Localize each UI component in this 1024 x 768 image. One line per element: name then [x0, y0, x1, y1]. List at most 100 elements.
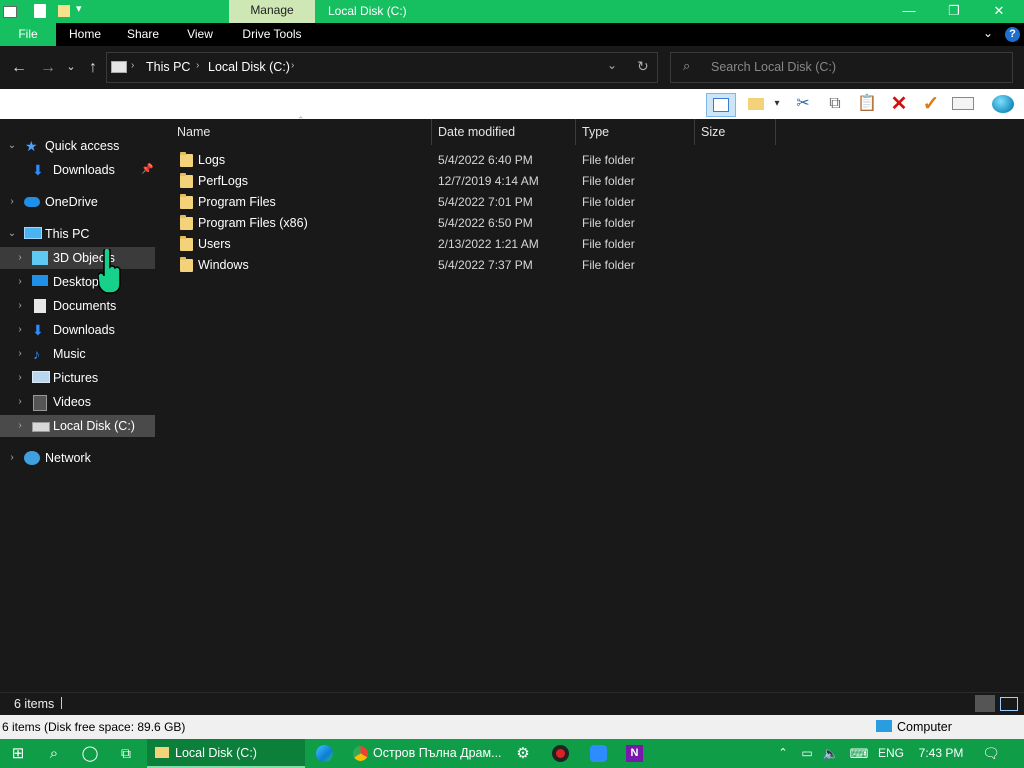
paste-icon[interactable]: 📋 — [855, 93, 879, 115]
chevron-right-icon[interactable]: › — [14, 319, 26, 341]
tab-view[interactable]: View — [178, 23, 222, 46]
computer-icon — [876, 720, 892, 732]
nav-quick-access[interactable]: ⌄ ★ Quick access — [0, 135, 155, 157]
breadcrumb-this-pc[interactable]: This PC — [146, 60, 190, 74]
properties-icon[interactable] — [34, 4, 46, 18]
forward-arrow-icon[interactable]: → — [37, 46, 59, 89]
tiles-view-icon[interactable] — [1000, 697, 1018, 711]
new-folder-icon[interactable] — [744, 93, 768, 115]
nav-videos[interactable]: › Videos — [0, 391, 155, 413]
back-arrow-icon[interactable]: ← — [8, 46, 30, 89]
column-header-size[interactable]: Size — [695, 119, 776, 145]
pin-icon[interactable]: 📌 — [141, 159, 153, 181]
chevron-down-icon[interactable]: ⌄ — [6, 223, 18, 245]
zone-label: Computer — [897, 720, 952, 734]
chevron-right-icon[interactable]: › — [291, 60, 294, 71]
file-row[interactable]: Users 2/13/2022 1:21 AM File folder — [172, 234, 772, 255]
record-icon[interactable] — [552, 745, 569, 762]
cut-icon[interactable]: ✂ — [791, 93, 815, 115]
refresh-icon[interactable]: ↻ — [637, 58, 649, 75]
delete-icon[interactable]: ✕ — [887, 93, 911, 115]
tab-manage[interactable]: Manage — [229, 0, 315, 23]
chevron-right-icon[interactable]: › — [14, 415, 26, 437]
nav-downloads[interactable]: › ⬇ Downloads — [0, 319, 155, 341]
chevron-down-icon[interactable]: ⌄ — [607, 58, 617, 72]
zoom-icon[interactable] — [590, 745, 607, 762]
nav-network[interactable]: › Network — [0, 447, 155, 469]
chevron-right-icon[interactable]: › — [131, 60, 134, 71]
chevron-down-icon[interactable]: ▾ — [770, 93, 784, 115]
nav-documents[interactable]: › Documents — [0, 295, 155, 317]
edge-icon[interactable] — [316, 745, 333, 762]
nav-pictures[interactable]: › Pictures — [0, 367, 155, 389]
details-view-icon[interactable] — [975, 695, 995, 712]
nav-this-pc[interactable]: ⌄ This PC — [0, 223, 155, 245]
nav-music[interactable]: › ♪ Music — [0, 343, 155, 365]
tab-file[interactable]: File — [0, 23, 56, 46]
file-row[interactable]: Logs 5/4/2022 6:40 PM File folder — [172, 150, 772, 171]
task-view-icon[interactable]: ⧉ — [112, 739, 140, 768]
chevron-right-icon[interactable]: › — [6, 191, 18, 213]
chevron-up-icon[interactable]: ⌃ — [774, 739, 792, 768]
column-header-date[interactable]: Date modified — [432, 119, 576, 145]
breadcrumb-local-disk[interactable]: Local Disk (C:) — [208, 60, 290, 74]
chevron-right-icon[interactable]: › — [14, 271, 26, 293]
file-row[interactable]: Program Files 5/4/2022 7:01 PM File fold… — [172, 192, 772, 213]
nav-desktop[interactable]: › Desktop — [0, 271, 155, 293]
chevron-right-icon[interactable]: › — [14, 295, 26, 317]
preview-pane-icon[interactable] — [706, 93, 736, 117]
keyboard-icon[interactable]: ⌨ — [846, 739, 872, 768]
cortana-icon[interactable]: ◯ — [76, 739, 104, 768]
clock[interactable]: 7:43 PM — [912, 739, 970, 768]
column-header-type[interactable]: Type — [576, 119, 695, 145]
globe-icon[interactable] — [991, 93, 1015, 115]
check-icon[interactable]: ✓ — [919, 93, 943, 115]
chevron-right-icon[interactable]: › — [14, 391, 26, 413]
tab-drive-tools[interactable]: Drive Tools — [236, 23, 308, 46]
minimize-button[interactable]: — — [886, 0, 932, 23]
chevron-right-icon[interactable]: › — [14, 367, 26, 389]
notification-icon[interactable]: 🗨 — [978, 739, 1004, 768]
close-button[interactable]: ✕ — [976, 0, 1022, 23]
window-title: Local Disk (C:) — [328, 4, 407, 18]
file-row[interactable]: PerfLogs 12/7/2019 4:14 AM File folder — [172, 171, 772, 192]
up-arrow-icon[interactable]: ↑ — [82, 46, 104, 89]
maximize-button[interactable]: ❐ — [931, 0, 977, 23]
file-row[interactable]: Windows 5/4/2022 7:37 PM File folder — [172, 255, 772, 276]
taskbar-explorer[interactable]: Local Disk (C:) — [147, 739, 305, 768]
rename-icon[interactable] — [951, 93, 975, 115]
search-box[interactable]: ⌕ Search Local Disk (C:) — [670, 52, 1013, 83]
address-bar[interactable]: › This PC › Local Disk (C:) › ⌄ ↻ — [106, 52, 658, 83]
chevron-right-icon[interactable]: › — [14, 343, 26, 365]
network-status-icon[interactable]: ▭ — [796, 739, 818, 768]
drive-icon[interactable] — [3, 6, 17, 18]
recent-locations-icon[interactable]: ⌄ — [63, 46, 79, 89]
new-folder-icon[interactable] — [58, 5, 70, 17]
tab-home[interactable]: Home — [62, 23, 108, 46]
settings-gear-icon[interactable]: ⚙ — [512, 739, 534, 768]
customize-qat-icon[interactable]: ▾ — [76, 2, 82, 15]
onenote-icon[interactable]: N — [626, 745, 643, 762]
nav-3d-objects[interactable]: › 3D Objects — [0, 247, 155, 269]
chevron-right-icon[interactable]: › — [14, 247, 26, 269]
help-icon[interactable]: ? — [1005, 27, 1020, 42]
search-icon[interactable]: ⌕ — [40, 739, 68, 768]
nav-local-disk[interactable]: › Local Disk (C:) — [0, 415, 155, 437]
chevron-right-icon[interactable]: › — [6, 447, 18, 469]
column-header-name[interactable]: Name — [171, 119, 432, 145]
chevron-right-icon[interactable]: › — [196, 60, 199, 71]
copy-icon[interactable]: ⧉ — [823, 93, 847, 115]
tab-share[interactable]: Share — [120, 23, 166, 46]
file-row[interactable]: Program Files (x86) 5/4/2022 6:50 PM Fil… — [172, 213, 772, 234]
volume-icon[interactable]: 🔈 — [820, 739, 842, 768]
nav-onedrive[interactable]: › OneDrive — [0, 191, 155, 213]
search-input[interactable]: Search Local Disk (C:) — [711, 60, 836, 74]
nav-qa-downloads[interactable]: ⬇ Downloads 📌 — [0, 159, 155, 181]
nav-label: This PC — [45, 227, 90, 241]
taskbar-chrome[interactable]: Остров Пълна Драм... — [344, 739, 502, 768]
chevron-down-icon[interactable]: ⌄ — [6, 135, 18, 157]
language-indicator[interactable]: ENG — [874, 739, 908, 768]
windows-start-icon[interactable]: ⊞ — [4, 739, 32, 768]
chevron-down-icon[interactable]: ⌄ — [983, 26, 993, 40]
command-toolbar: ▾ ✂ ⧉ 📋 ✕ ✓ — [0, 89, 1024, 119]
